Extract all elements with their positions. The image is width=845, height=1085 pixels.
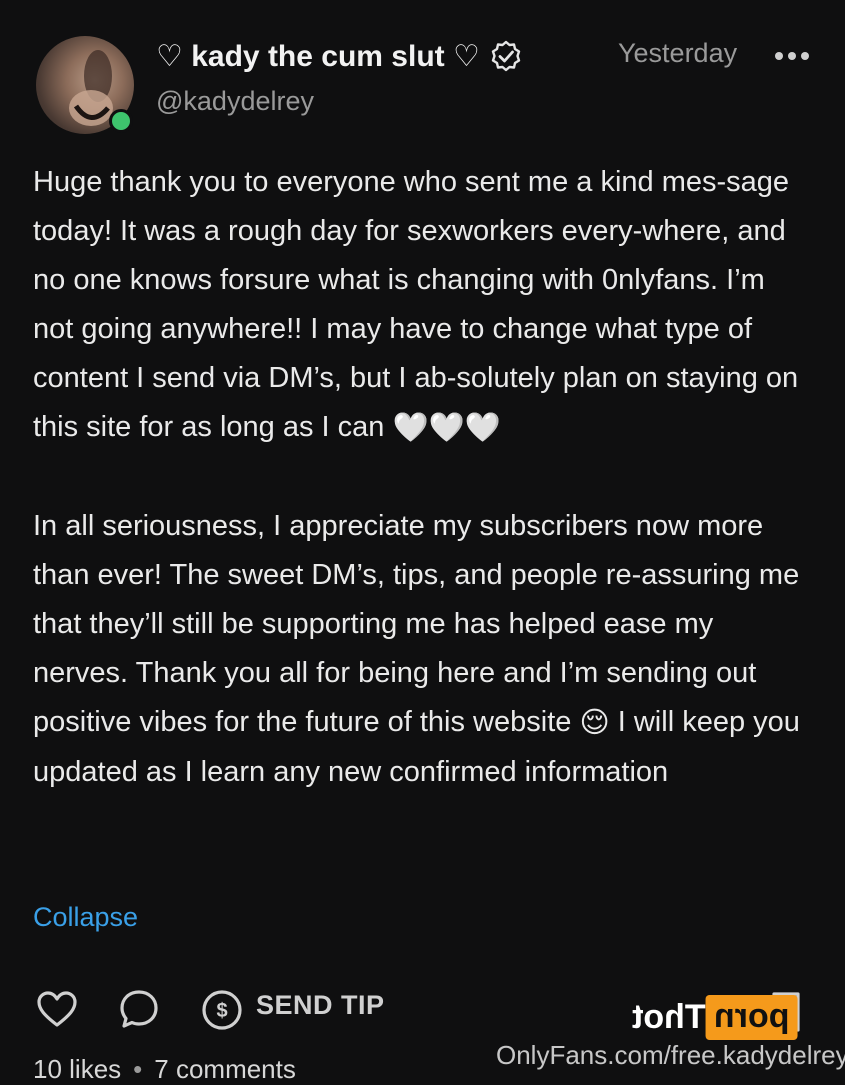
watermark-url: OnlyFans.com/free.kadydelrey — [496, 1040, 845, 1070]
comments-count[interactable]: 7 comments — [154, 1054, 296, 1084]
paragraph-2-text-before: In all seriousness, I appreciate my subs… — [33, 509, 800, 738]
likes-count[interactable]: 10 likes — [33, 1054, 121, 1084]
post-text: Huge thank you to everyone who sent me a… — [33, 158, 813, 797]
verified-badge-icon — [491, 40, 521, 72]
dollar-circle-icon[interactable]: $ — [200, 988, 244, 1032]
display-name-text: ♡ kady the cum slut ♡ — [156, 39, 480, 73]
white-hearts-emoji: 🤍🤍🤍 — [392, 411, 501, 444]
paragraph-1-text: Huge thank you to everyone who sent me a… — [33, 166, 799, 443]
post-paragraph-2: In all seriousness, I appreciate my subs… — [33, 502, 813, 797]
stats-separator: • — [133, 1054, 143, 1084]
heart-icon[interactable] — [36, 990, 78, 1030]
collapse-link[interactable]: Collapse — [33, 902, 138, 933]
post-paragraph-1: Huge thank you to everyone who sent me a… — [33, 158, 813, 453]
send-tip-button[interactable]: SEND TIP — [256, 990, 385, 1021]
more-dots-icon[interactable] — [774, 46, 810, 66]
post-card: ♡ kady the cum slut ♡ @kadydelrey Yester… — [0, 0, 845, 1084]
watermark-logo-box: porn — [705, 995, 798, 1040]
comment-icon[interactable] — [118, 988, 160, 1032]
watermark-logo: Thot porn — [628, 995, 798, 1040]
online-status-indicator — [109, 109, 133, 133]
watermark-logo-text: Thot — [632, 998, 706, 1036]
user-handle[interactable]: @kadydelrey — [156, 86, 314, 117]
display-name[interactable]: ♡ kady the cum slut ♡ — [156, 36, 522, 76]
svg-text:$: $ — [216, 1000, 227, 1022]
post-timestamp: Yesterday — [618, 38, 738, 68]
post-stats: 10 likes • 7 comments — [33, 1054, 296, 1085]
relieved-face-emoji: 😌 — [579, 706, 610, 739]
